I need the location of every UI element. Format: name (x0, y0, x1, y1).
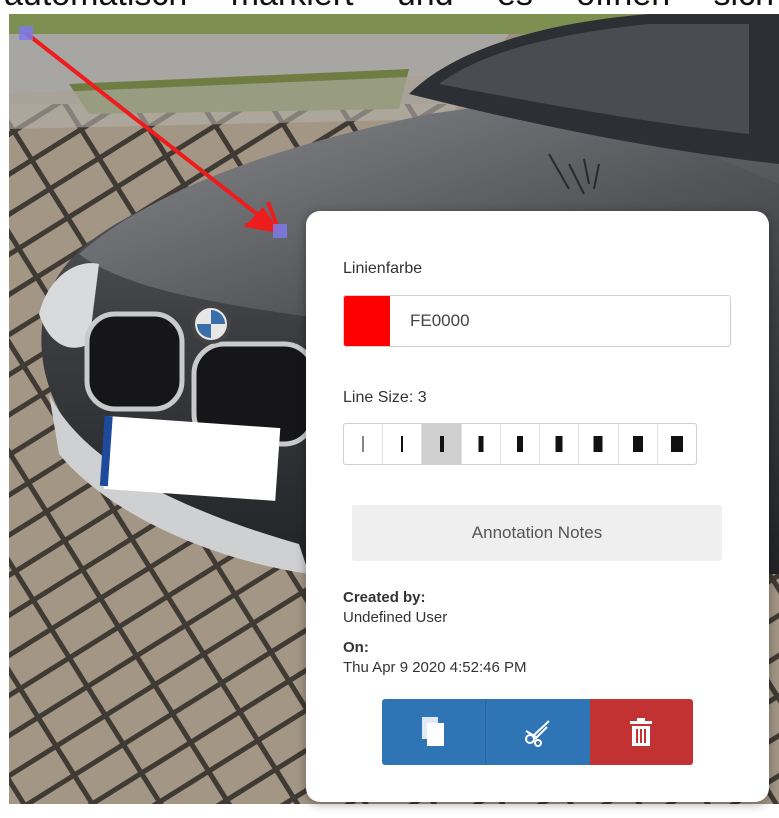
delete-button[interactable] (589, 699, 693, 765)
created-by-label: Created by: (343, 589, 426, 606)
line-color-field[interactable] (343, 295, 731, 347)
line-size-option-9[interactable] (658, 424, 696, 464)
line-color-input[interactable] (410, 296, 710, 346)
line-size-option-8[interactable] (619, 424, 658, 464)
copy-button[interactable] (382, 699, 487, 765)
trash-icon (630, 718, 653, 746)
line-size-option-1[interactable] (344, 424, 384, 464)
document-cropped-text: automatisch markiert und es öffnen sich (4, 0, 774, 14)
line-color-swatch[interactable] (344, 296, 390, 346)
line-size-label: Line Size: 3 (343, 389, 427, 406)
created-by-value: Undefined User (343, 609, 448, 626)
annotation-notes-button[interactable]: Annotation Notes (352, 505, 722, 561)
line-size-option-4[interactable] (462, 424, 501, 464)
line-size-option-3[interactable] (422, 424, 462, 464)
arrow-start-handle[interactable] (19, 26, 33, 40)
cut-button[interactable] (486, 699, 590, 765)
line-size-option-6[interactable] (540, 424, 580, 464)
annotation-popup: Linienfarbe Line Size: 3 Annotation Note… (306, 211, 769, 802)
created-on-value: Thu Apr 9 2020 4:52:46 PM (343, 659, 527, 676)
line-size-selector (343, 423, 697, 465)
document-text-strip: automatisch markiert und es öffnen sich (0, 0, 779, 14)
annotation-actions (382, 699, 693, 765)
bottom-margin (0, 804, 779, 818)
line-size-option-2[interactable] (383, 424, 423, 464)
line-size-option-5[interactable] (501, 424, 541, 464)
arrow-end-handle[interactable] (273, 224, 287, 238)
line-size-option-7[interactable] (579, 424, 619, 464)
scissors-icon (524, 720, 550, 747)
copy-icon (421, 717, 444, 746)
created-on-label: On: (343, 639, 369, 656)
line-color-label: Linienfarbe (343, 260, 423, 277)
